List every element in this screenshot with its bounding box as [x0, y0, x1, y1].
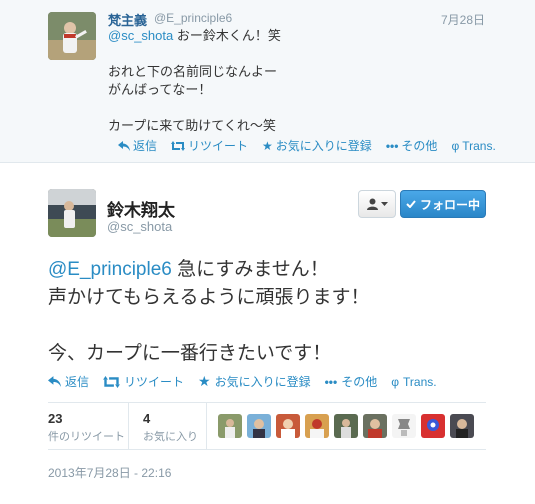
- check-icon: [406, 200, 416, 208]
- more-button[interactable]: ••• その他: [386, 137, 438, 154]
- star-icon: ★: [198, 373, 211, 389]
- favorite-count-label: お気に入り: [143, 431, 198, 443]
- translate-label: Trans.: [462, 138, 496, 153]
- main-author-name[interactable]: 鈴木翔太: [107, 196, 175, 221]
- reply-tweet-actions: 返信 リツイート ★ お気に入りに登録 ••• その他 φ Trans.: [118, 137, 496, 154]
- engager-avatar[interactable]: [421, 414, 445, 438]
- reply-icon: [48, 376, 61, 387]
- translate-icon: φ: [391, 374, 400, 389]
- reply-label: 返信: [65, 375, 90, 389]
- retweet-count-label: 件のリツイート: [48, 431, 125, 443]
- engager-avatar[interactable]: [392, 414, 416, 438]
- favorite-button[interactable]: ★ お気に入りに登録: [262, 137, 372, 154]
- reply-label: 返信: [133, 139, 158, 153]
- favorite-count: 4: [143, 411, 151, 426]
- stat-divider: [206, 403, 207, 449]
- reply-tweet-text: @sc_shota おー鈴木くん！笑 おれと下の名前同じなんよー がんばってなー…: [108, 27, 281, 135]
- translate-icon: φ: [451, 138, 460, 153]
- following-label: フォロー中: [419, 197, 480, 212]
- engager-avatars: [218, 414, 474, 438]
- engager-avatar[interactable]: [305, 414, 329, 438]
- retweet-count: 23: [48, 411, 63, 426]
- reply-author-avatar[interactable]: [48, 12, 96, 60]
- main-author-handle[interactable]: @sc_shota: [107, 219, 172, 234]
- retweet-label: リツイート: [124, 375, 185, 389]
- translate-button[interactable]: φ Trans.: [391, 373, 436, 390]
- user-actions-dropdown[interactable]: [358, 190, 396, 218]
- caret-down-icon: [380, 202, 388, 206]
- retweet-icon: [103, 375, 120, 388]
- reply-button[interactable]: 返信: [48, 373, 89, 390]
- reply-button[interactable]: 返信: [118, 137, 157, 154]
- engager-avatar[interactable]: [276, 414, 300, 438]
- reply-author-handle[interactable]: @E_principle6: [154, 11, 232, 25]
- more-label: その他: [401, 139, 438, 153]
- engager-avatar[interactable]: [450, 414, 474, 438]
- tweet-stats: 23 件のリツイート 4 お気に入り: [48, 402, 486, 450]
- reply-body: おー鈴木くん！笑 おれと下の名前同じなんよー がんばってなー！ カープに来て助け…: [108, 28, 281, 133]
- translate-button[interactable]: φ Trans.: [451, 137, 495, 154]
- star-icon: ★: [262, 138, 273, 153]
- more-dots-icon: •••: [324, 374, 338, 389]
- more-button[interactable]: ••• その他: [325, 373, 378, 390]
- reply-tweet: 梵主義 @E_principle6 7月28日 @sc_shota おー鈴木くん…: [0, 0, 535, 163]
- main-tweet-text: @E_principle6 急にすみません！ 声かけてもらえるように頑張ります！…: [48, 256, 369, 368]
- more-label: その他: [341, 375, 378, 389]
- translate-label: Trans.: [403, 374, 437, 389]
- favorite-button[interactable]: ★ お気に入りに登録: [198, 373, 311, 390]
- main-author-avatar[interactable]: [48, 189, 96, 237]
- more-dots-icon: •••: [385, 138, 399, 153]
- engager-avatar[interactable]: [334, 414, 358, 438]
- main-mention-link[interactable]: @E_principle6: [48, 259, 172, 280]
- stat-divider: [128, 403, 129, 449]
- favorite-label: お気に入りに登録: [275, 139, 372, 153]
- retweet-stat[interactable]: 23 件のリツイート: [48, 411, 125, 444]
- favorite-label: お気に入りに登録: [214, 375, 311, 389]
- following-button[interactable]: フォロー中: [400, 190, 486, 218]
- main-tweet-actions: 返信 リツイート ★ お気に入りに登録 ••• その他 φ Trans.: [48, 373, 437, 390]
- favorite-stat[interactable]: 4 お気に入り: [143, 411, 198, 444]
- tweet-timestamp[interactable]: 2013年7月28日 - 22:16: [48, 464, 171, 481]
- engager-avatar[interactable]: [247, 414, 271, 438]
- engager-avatar[interactable]: [218, 414, 242, 438]
- retweet-button[interactable]: リツイート: [103, 373, 184, 390]
- reply-icon: [118, 140, 130, 151]
- user-icon: [366, 198, 378, 210]
- reply-mention-link[interactable]: @sc_shota: [108, 28, 173, 43]
- retweet-button[interactable]: リツイート: [171, 137, 248, 154]
- reply-time[interactable]: 7月28日: [441, 11, 485, 28]
- retweet-icon: [171, 140, 186, 151]
- engager-avatar[interactable]: [363, 414, 387, 438]
- retweet-label: リツイート: [188, 139, 249, 153]
